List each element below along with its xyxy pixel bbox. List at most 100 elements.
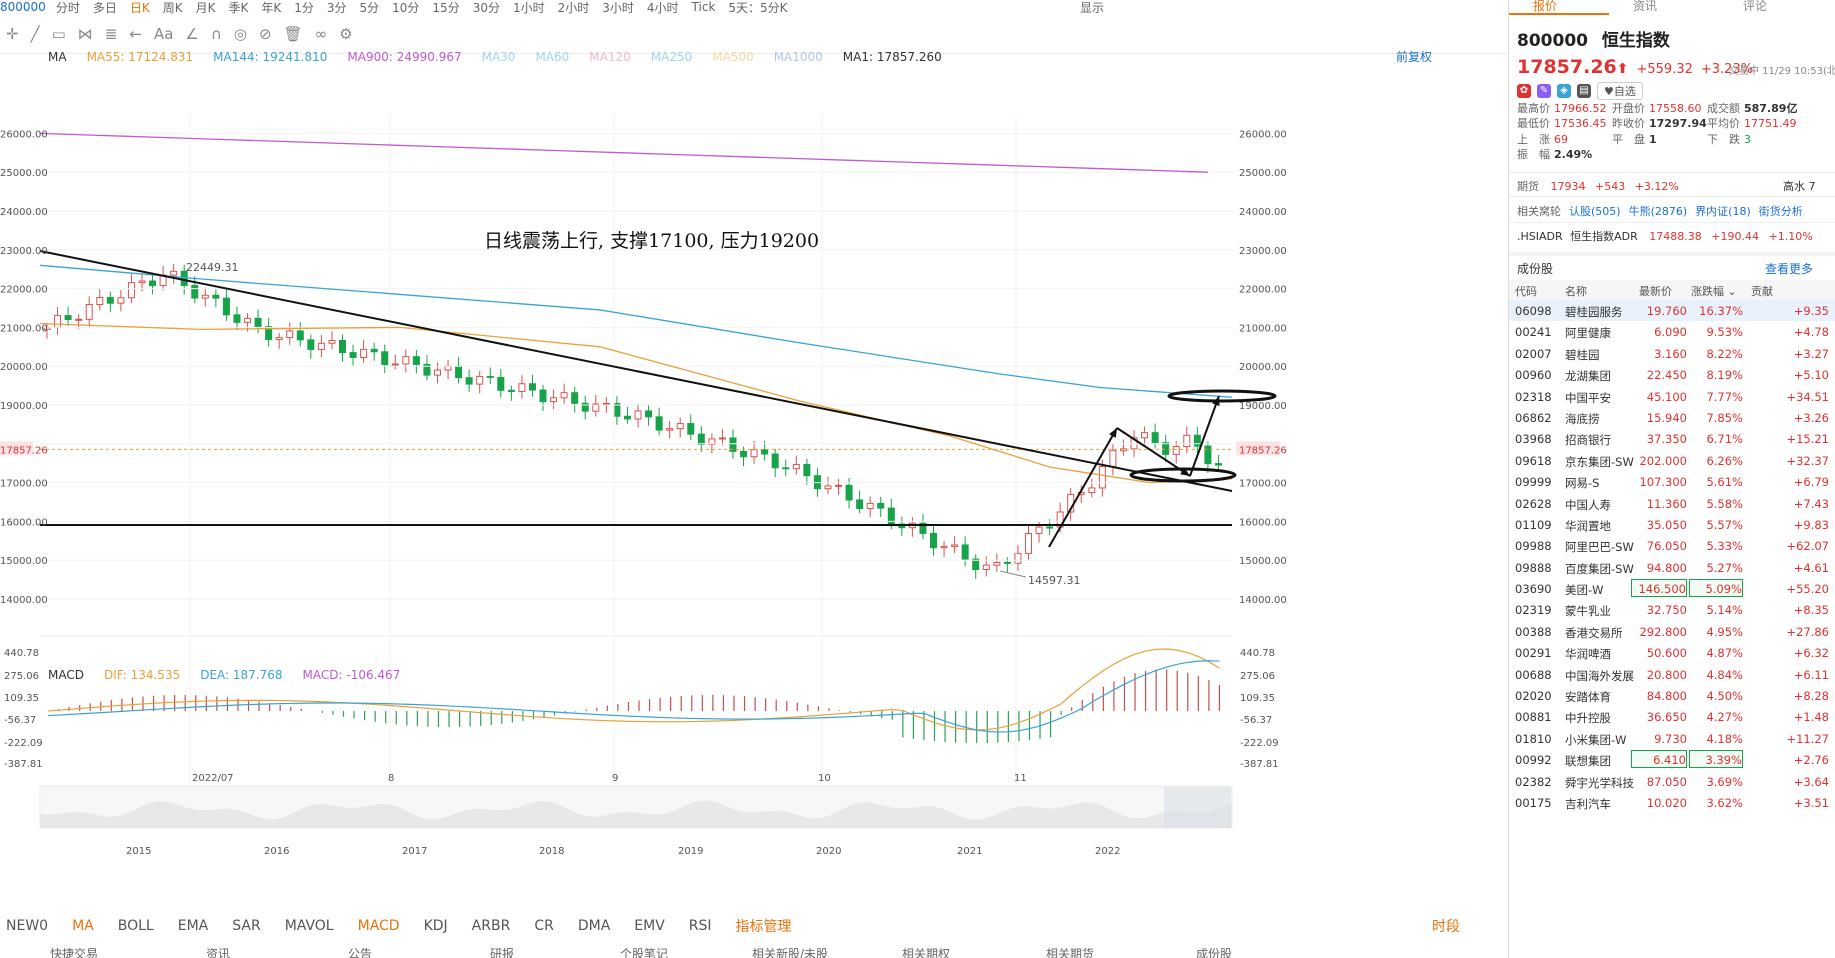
macd-label[interactable]: MACD [48, 668, 84, 682]
table-row[interactable]: 02382 舜宇光学科技 87.050 3.69% +3.64 [1509, 771, 1835, 792]
bottom-tab[interactable]: 相关期货 [1046, 948, 1094, 958]
period-option[interactable]: 年K [261, 0, 281, 15]
adjust-mode-button[interactable]: 前复权 [1396, 48, 1432, 65]
table-row[interactable]: 01810 小米集团-W 9.730 4.18% +11.27 [1509, 728, 1835, 749]
period-option[interactable]: 多日 [93, 0, 117, 15]
table-row[interactable]: 02319 蒙牛乳业 32.750 5.14% +8.35 [1509, 599, 1835, 620]
indicator-tab[interactable]: SAR [232, 918, 260, 934]
bottom-tab[interactable]: 个股笔记 [620, 948, 668, 958]
chart-area[interactable]: 日线震荡上行, 支撑17100, 压力19200 22449.31 14597.31… [0, 54, 1508, 958]
table-row[interactable]: 00992 联想集团 6.410 3.39% +2.76 [1509, 749, 1835, 770]
warrant-link[interactable]: 街货分析 [1759, 205, 1803, 218]
link-icon[interactable]: ∞ [315, 25, 328, 43]
delete-icon[interactable]: 🗑 [284, 25, 303, 43]
indicator-manage-button[interactable]: 指标管理 [736, 916, 792, 936]
indicator-tab[interactable]: NEW0 [6, 918, 48, 934]
indicator-tab[interactable]: KDJ [424, 918, 448, 934]
period-option[interactable]: 4小时 [647, 0, 679, 15]
symbol-code[interactable]: 800000 [0, 0, 46, 14]
period-option[interactable]: 周K [163, 0, 183, 15]
table-row[interactable]: 00881 中升控股 36.650 4.27% +1.48 [1509, 706, 1835, 727]
period-option[interactable]: 1分 [294, 0, 314, 15]
table-col-header[interactable]: 贡献 [1751, 283, 1773, 299]
table-col-header[interactable]: 名称 [1565, 283, 1587, 299]
warrant-link[interactable]: 认股(505) [1569, 205, 1621, 218]
bottom-tab[interactable]: 相关期权 [902, 948, 950, 958]
add-watchlist-button[interactable]: ♥自选 [1597, 82, 1643, 100]
crosshair-icon[interactable]: ✛ [6, 25, 19, 43]
table-row[interactable]: 06862 海底捞 15.940 7.85% +3.26 [1509, 407, 1835, 428]
indicator-tab[interactable]: MAVOL [285, 918, 334, 934]
overview-window[interactable] [1164, 787, 1231, 828]
line-tool-icon[interactable]: ╱ [31, 25, 40, 43]
table-row[interactable]: 09888 百度集团-SW 94.800 5.27% +4.61 [1509, 557, 1835, 578]
period-option[interactable]: 2小时 [558, 0, 590, 15]
indicator-tab[interactable]: DMA [578, 918, 610, 934]
table-row[interactable]: 00241 阿里健康 6.090 9.53% +4.78 [1509, 321, 1835, 342]
display-menu[interactable]: 显示 [1080, 0, 1104, 15]
table-row[interactable]: 02318 中国平安 45.100 7.77% +34.51 [1509, 386, 1835, 407]
fib-tool-icon[interactable]: ≣ [105, 25, 118, 43]
indicator-tab[interactable]: EMV [634, 918, 665, 934]
bottom-tab[interactable]: 快捷交易 [50, 948, 98, 958]
period-option[interactable]: Tick [692, 0, 716, 14]
warrant-link[interactable]: 牛熊(2876) [1629, 205, 1688, 218]
fork-tool-icon[interactable]: ⋈ [78, 25, 93, 43]
eye-icon[interactable]: ◎ [234, 25, 247, 43]
downtrend-line[interactable] [39, 250, 1233, 492]
period-option[interactable]: 分时 [56, 0, 80, 15]
period-option[interactable]: 季K [228, 0, 248, 15]
indicator-tab[interactable]: BOLL [118, 918, 154, 934]
rect-tool-icon[interactable]: ▭ [52, 25, 66, 43]
indicator-tab[interactable]: CR [534, 918, 554, 934]
view-more-link[interactable]: 查看更多 [1765, 260, 1813, 277]
table-row[interactable]: 02628 中国人寿 11.360 5.58% +7.43 [1509, 493, 1835, 514]
kline-chart[interactable]: 日线震荡上行, 支撑17100, 压力19200 22449.31 14597.31… [0, 54, 1508, 958]
period-option[interactable]: 30分 [473, 0, 500, 15]
bottom-tab[interactable]: 相关新股/未股 [752, 948, 828, 958]
table-col-header[interactable]: 最新价 [1639, 283, 1672, 299]
period-option[interactable]: 10分 [392, 0, 419, 15]
adr-row[interactable]: .HSIADR 恒生指数ADR 17488.38 +190.44 +1.10% [1517, 228, 1813, 244]
bottom-tab[interactable]: 资讯 [206, 948, 230, 958]
ma-label[interactable]: MA [48, 50, 67, 64]
settings-icon[interactable]: ⚙ [339, 25, 352, 43]
table-col-header[interactable]: 代码 [1515, 283, 1537, 299]
table-row[interactable]: 09999 网易-S 107.300 5.61% +6.79 [1509, 471, 1835, 492]
bottom-tab[interactable]: 研报 [490, 948, 514, 958]
analysis-annotation[interactable]: 日线震荡上行, 支撑17100, 压力19200 [484, 230, 819, 252]
table-row[interactable]: 06098 碧桂园服务 19.760 16.37% +9.35 [1509, 300, 1835, 322]
table-row[interactable]: 00688 中国海外发展 20.800 4.84% +6.11 [1509, 664, 1835, 685]
indicator-tab[interactable]: MACD [358, 918, 400, 934]
period-option[interactable]: 日K [130, 0, 150, 15]
period-option[interactable]: 3分 [327, 0, 347, 15]
table-row[interactable]: 09618 京东集团-SW 202.000 6.26% +32.37 [1509, 450, 1835, 471]
tag-icon[interactable]: ◈ [1557, 84, 1571, 98]
arrow-tool-icon[interactable]: ← [129, 25, 142, 43]
period-option[interactable]: 5分 [360, 0, 380, 15]
table-row[interactable]: 00388 香港交易所 292.800 4.95% +27.86 [1509, 621, 1835, 642]
magnet-icon[interactable]: ∩ [211, 25, 222, 43]
table-row[interactable]: 00960 龙湖集团 22.450 8.19% +5.10 [1509, 364, 1835, 385]
period-option[interactable]: 月K [196, 0, 216, 15]
period-option[interactable]: 1小时 [513, 0, 545, 15]
bottom-tab[interactable]: 公告 [348, 948, 372, 958]
brush-tool-icon[interactable]: ∠ [185, 25, 198, 43]
feature-icon[interactable]: ✎ [1537, 84, 1551, 98]
table-row[interactable]: 01109 华润置地 35.050 5.57% +9.83 [1509, 514, 1835, 535]
table-row[interactable]: 00291 华润啤酒 50.600 4.87% +6.32 [1509, 642, 1835, 663]
table-row[interactable]: 03690 美团-W 146.500 5.09% +55.20 [1509, 578, 1835, 599]
table-row[interactable]: 00175 吉利汽车 10.020 3.62% +3.51 [1509, 792, 1835, 813]
indicator-tab[interactable]: RSI [689, 918, 712, 934]
period-option[interactable]: 5天：5分K [728, 0, 787, 15]
table-col-header[interactable]: 涨跌幅 ⌄ [1691, 283, 1737, 299]
time-range-button[interactable]: 时段 [1432, 916, 1460, 936]
period-option[interactable]: 15分 [432, 0, 459, 15]
indicator-tab[interactable]: ARBR [472, 918, 511, 934]
table-row[interactable]: 02007 碧桂园 3.160 8.22% +3.27 [1509, 343, 1835, 364]
futures-row[interactable]: 期货 17934 +543 +3.12% 高水 7 [1517, 178, 1816, 194]
table-row[interactable]: 03968 招商银行 37.350 6.71% +15.21 [1509, 428, 1835, 449]
indicator-tab[interactable]: EMA [178, 918, 209, 934]
table-row[interactable]: 09988 阿里巴巴-SW 76.050 5.33% +62.07 [1509, 535, 1835, 556]
indicator-tab[interactable]: MA [72, 918, 94, 934]
